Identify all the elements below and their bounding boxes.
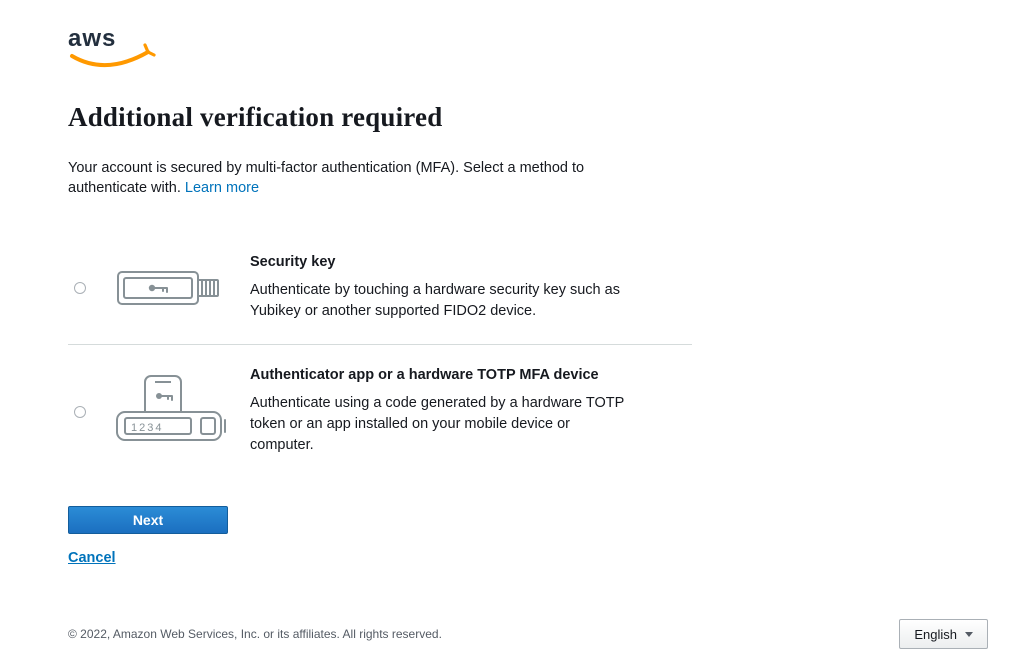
option-title: Security key xyxy=(250,254,692,270)
svg-text:aws: aws xyxy=(68,25,116,52)
learn-more-link[interactable]: Learn more xyxy=(185,180,259,196)
security-key-icon xyxy=(116,264,226,312)
option-security-key[interactable]: Security key Authenticate by touching a … xyxy=(68,232,692,344)
language-label: English xyxy=(914,627,957,642)
authenticator-icon: 1234 xyxy=(111,374,231,450)
caret-down-icon xyxy=(965,632,973,637)
radio-security-key[interactable] xyxy=(74,282,86,294)
intro-text: Your account is secured by multi-factor … xyxy=(68,159,660,198)
footer-copyright: © 2022, Amazon Web Services, Inc. or its… xyxy=(68,627,442,641)
aws-logo: aws xyxy=(68,24,158,74)
radio-authenticator[interactable] xyxy=(74,406,86,418)
intro-body: Your account is secured by multi-factor … xyxy=(68,160,584,196)
option-title: Authenticator app or a hardware TOTP MFA… xyxy=(250,367,692,383)
mfa-options: Security key Authenticate by touching a … xyxy=(68,232,692,478)
next-button[interactable]: Next xyxy=(68,506,228,534)
option-authenticator[interactable]: 1234 Authenticator app or a hardware TOT… xyxy=(68,345,692,478)
svg-text:1234: 1234 xyxy=(131,422,163,434)
cancel-link[interactable]: Cancel xyxy=(68,550,116,566)
option-description: Authenticate using a code generated by a… xyxy=(250,393,630,456)
page-title: Additional verification required xyxy=(68,102,660,133)
language-selector[interactable]: English xyxy=(899,619,988,649)
option-description: Authenticate by touching a hardware secu… xyxy=(250,280,630,322)
